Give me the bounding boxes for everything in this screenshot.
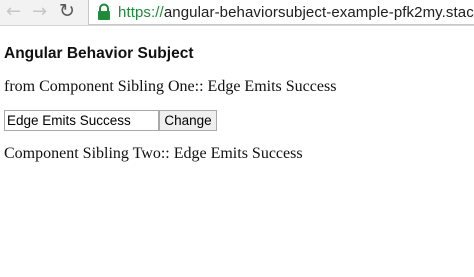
message-input[interactable] (4, 110, 159, 131)
page-title: Angular Behavior Subject (4, 45, 194, 62)
sibling-one-message: from Component Sibling One:: Edge Emits … (4, 78, 337, 95)
url-scheme: https:// (118, 3, 164, 21)
change-button[interactable]: Change (159, 110, 217, 131)
page-content: Angular Behavior Subject from Component … (4, 44, 470, 164)
sibling-two-message: Component Sibling Two:: Edge Emits Succe… (4, 145, 303, 162)
lock-icon (96, 3, 112, 21)
url-text: https://angular-behaviorsubject-example-… (118, 4, 474, 21)
browser-toolbar: ← → ↻ https://angular-behaviorsubject-ex… (0, 0, 474, 26)
reload-icon[interactable]: ↻ (59, 0, 75, 22)
url-host: angular-behaviorsubject-example-pfk2my.s… (163, 3, 474, 21)
address-bar[interactable]: https://angular-behaviorsubject-example-… (88, 0, 474, 25)
back-arrow-icon[interactable]: ← (6, 1, 21, 23)
forward-arrow-icon[interactable]: → (32, 1, 47, 23)
change-form: Change (4, 110, 470, 131)
